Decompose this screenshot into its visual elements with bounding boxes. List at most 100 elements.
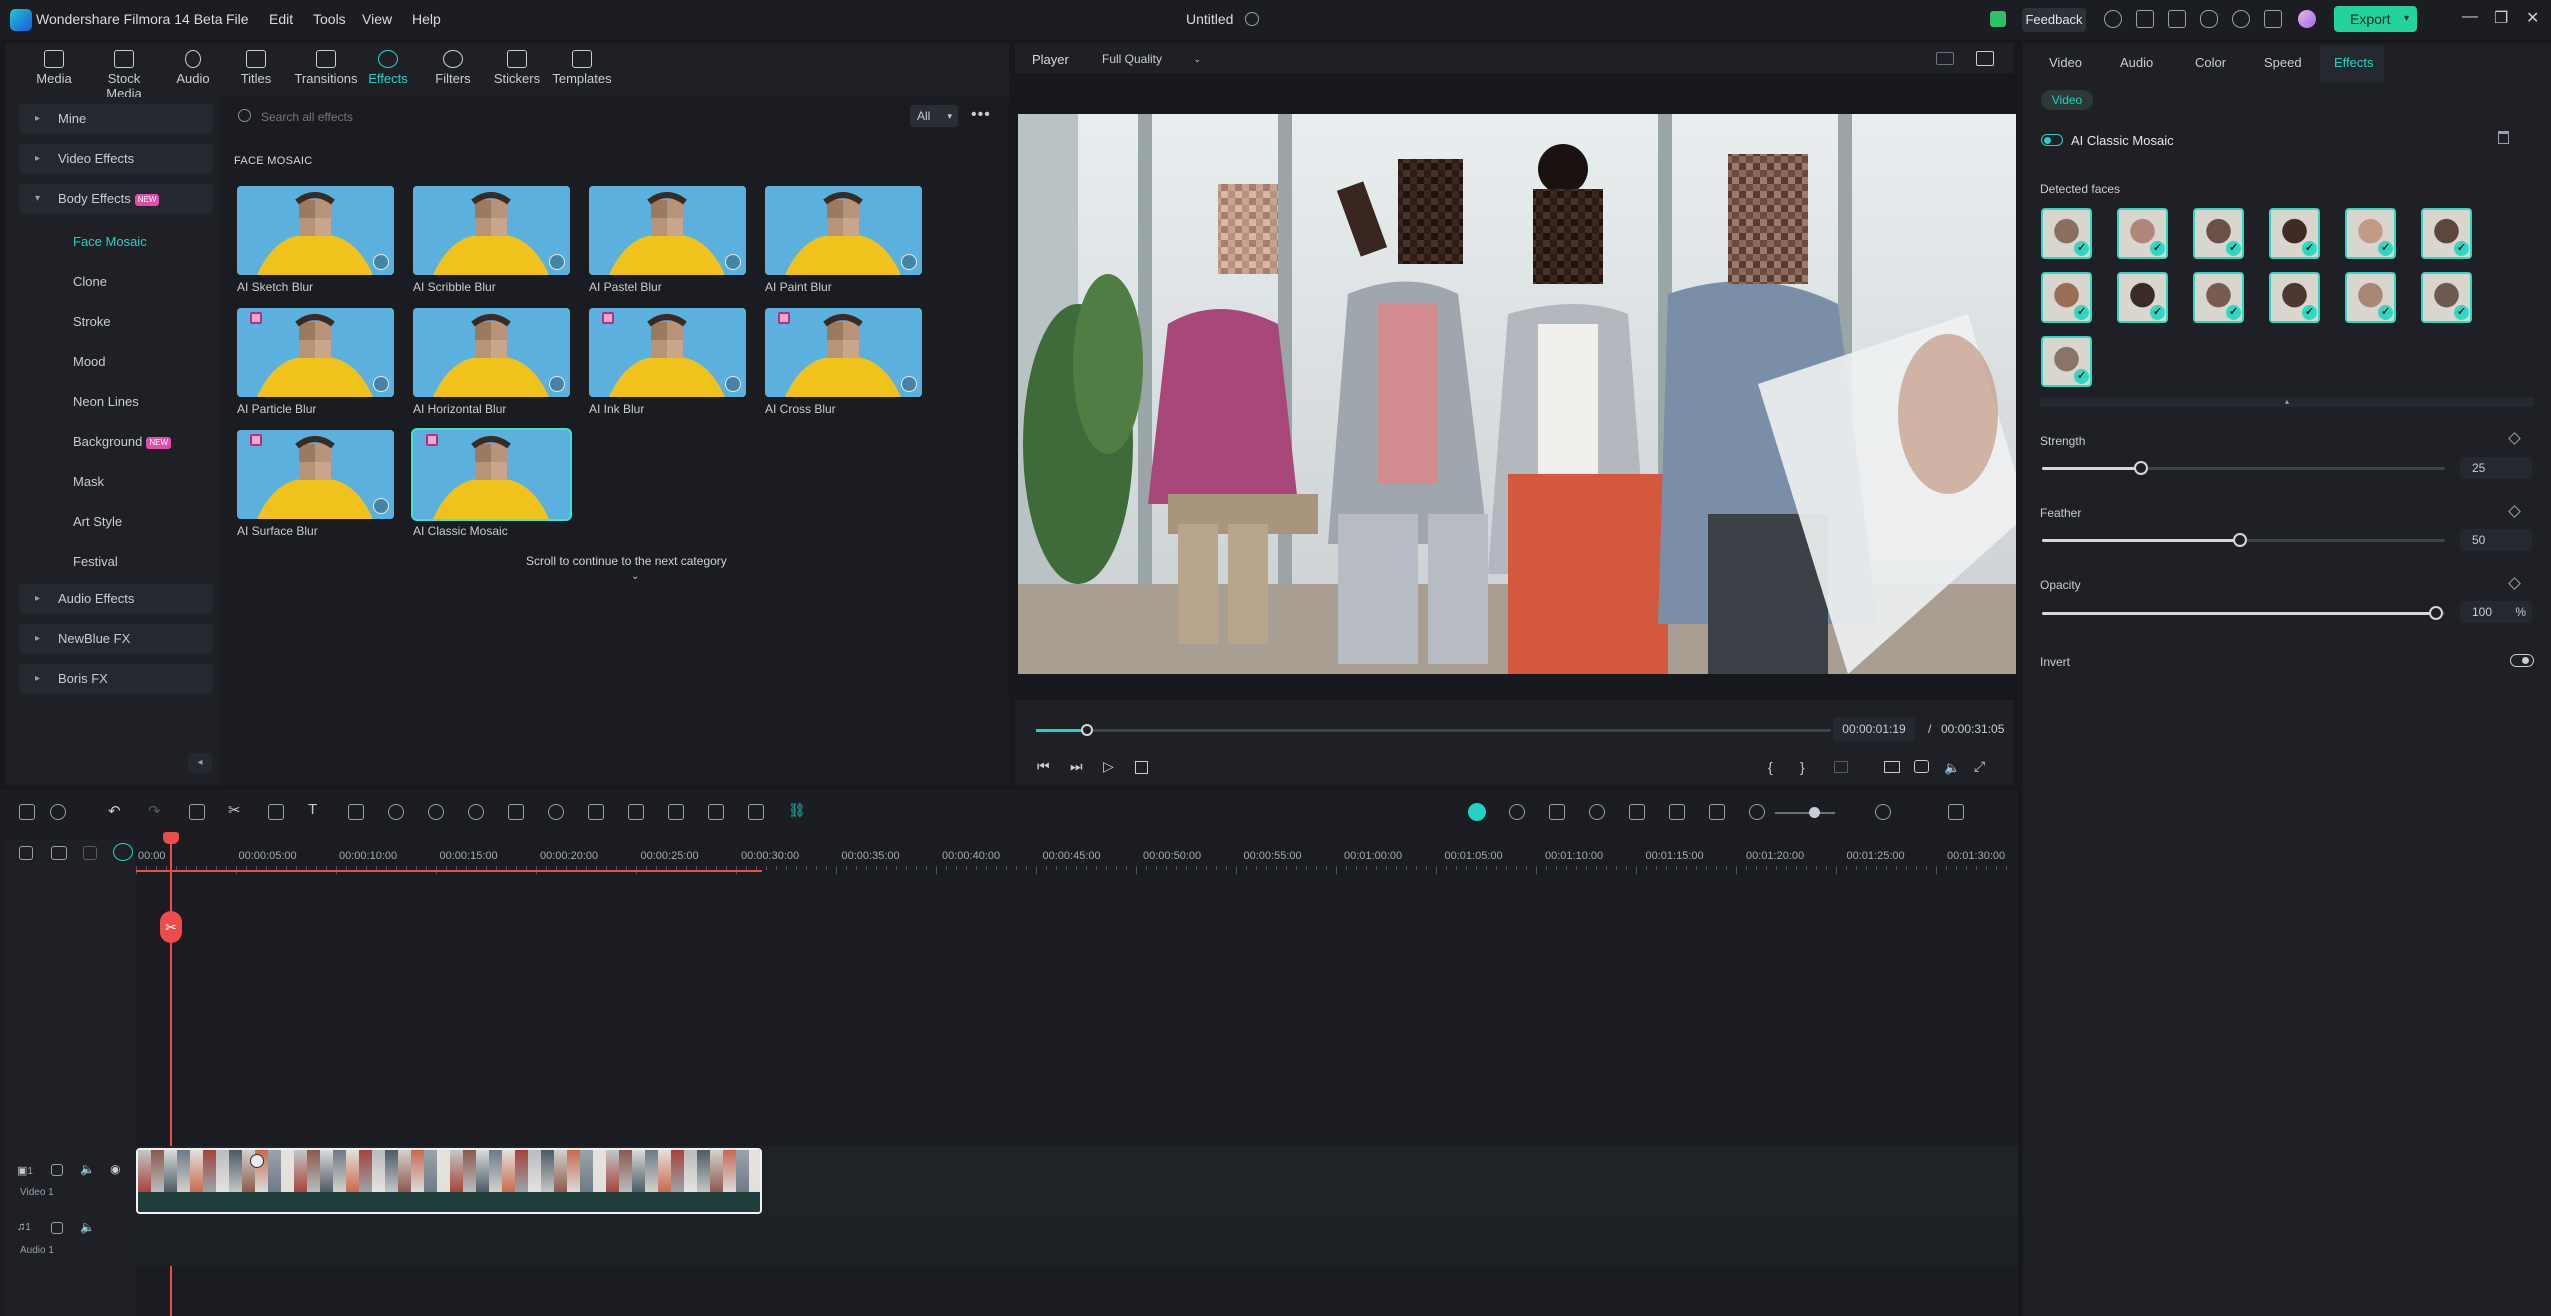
mute-icon[interactable]: 🔈 [80, 1162, 95, 1176]
zoom-slider[interactable] [1775, 807, 1835, 818]
detected-face[interactable]: ✓ [2345, 272, 2396, 323]
delete-clip-icon[interactable] [189, 804, 205, 820]
effect-card[interactable]: AI Ink Blur [589, 308, 746, 416]
search-input[interactable] [235, 105, 905, 129]
current-time[interactable]: 00:00:01:19 [1833, 717, 1915, 741]
menu-file[interactable]: File [226, 11, 249, 27]
link-track-icon[interactable] [51, 846, 67, 860]
fit-icon[interactable] [588, 804, 604, 820]
effect-thumbnail[interactable] [413, 430, 570, 519]
download-icon[interactable] [725, 376, 741, 392]
scissor-icon[interactable]: ✂ [160, 911, 182, 943]
opacity-knob[interactable] [2429, 606, 2443, 620]
download-icon[interactable] [373, 498, 389, 514]
effect-card[interactable]: AI Cross Blur [765, 308, 922, 416]
download-icon[interactable] [901, 254, 917, 270]
effect-thumbnail[interactable] [765, 308, 922, 397]
sidebar-item-face-mosaic[interactable]: Face Mosaic [73, 234, 147, 249]
effect-thumbnail[interactable] [237, 308, 394, 397]
invert-toggle[interactable] [2510, 654, 2534, 667]
playback-scrubber[interactable] [1036, 724, 1831, 736]
ai-tools-icon[interactable] [388, 804, 404, 820]
effect-card[interactable]: AI Classic Mosaic [413, 430, 570, 538]
undo-icon[interactable]: ↶ [108, 802, 121, 820]
previous-frame-icon[interactable]: ⏮ [1037, 758, 1050, 775]
minimize-icon[interactable]: — [2462, 8, 2478, 26]
redo-icon[interactable]: ↷ [148, 802, 161, 820]
add-track-icon[interactable] [19, 846, 33, 860]
detected-face[interactable]: ✓ [2421, 272, 2472, 323]
sidebar-item-boris[interactable]: ▸ Boris FX [19, 664, 213, 694]
save-icon[interactable] [2168, 10, 2186, 28]
strength-knob[interactable] [2134, 461, 2148, 475]
zoom-out-icon[interactable] [1749, 804, 1765, 820]
feather-knob[interactable] [2233, 533, 2247, 547]
grid-view-icon[interactable] [1936, 52, 1954, 65]
effect-card[interactable]: AI Pastel Blur [589, 186, 746, 294]
text-icon[interactable]: T [308, 801, 317, 818]
snap-icon[interactable] [1709, 804, 1725, 820]
snapshot-view-icon[interactable] [1976, 51, 1994, 66]
playback-knob[interactable] [1081, 724, 1093, 736]
layout-icon[interactable] [2136, 10, 2154, 28]
strength-value[interactable]: 25 [2460, 457, 2532, 479]
menu-view[interactable]: View [362, 11, 392, 27]
sidebar-item-art-style[interactable]: Art Style [73, 514, 122, 529]
sidebar-item-background[interactable]: Background NEW [73, 434, 172, 449]
detected-face[interactable]: ✓ [2193, 208, 2244, 259]
sidebar-item-festival[interactable]: Festival [73, 554, 118, 569]
effect-thumbnail[interactable] [413, 186, 570, 275]
keyframe-tool-icon[interactable] [628, 804, 644, 820]
lock-icon[interactable] [51, 1164, 63, 1176]
sidebar-item-newblue[interactable]: ▸ NewBlue FX [19, 624, 213, 654]
mask-icon[interactable] [348, 804, 364, 820]
select-tool-icon[interactable] [50, 804, 66, 820]
tab-video[interactable]: Video [2049, 55, 2082, 70]
detected-face[interactable]: ✓ [2193, 272, 2244, 323]
maximize-icon[interactable]: ❐ [2494, 8, 2508, 28]
feather-value[interactable]: 50 [2460, 529, 2532, 551]
play-icon[interactable]: ▷ [1103, 758, 1114, 775]
sidebar-item-clone[interactable]: Clone [73, 274, 107, 289]
sidebar-item-neon-lines[interactable]: Neon Lines [73, 394, 139, 409]
detected-face[interactable]: ✓ [2041, 272, 2092, 323]
menu-edit[interactable]: Edit [269, 11, 293, 27]
sidebar-item-mood[interactable]: Mood [73, 354, 106, 369]
video-clip[interactable] [136, 1148, 762, 1214]
detected-face[interactable]: ✓ [2269, 208, 2320, 259]
record-icon[interactable] [2104, 10, 2122, 28]
effect-card[interactable]: AI Paint Blur [765, 186, 922, 294]
tab-audio-props[interactable]: Audio [2120, 55, 2153, 70]
layout-switch-icon[interactable] [19, 804, 35, 820]
detected-face[interactable]: ✓ [2345, 208, 2396, 259]
tab-templates[interactable]: Templates [547, 50, 617, 86]
sidebar-item-audio-effects[interactable]: ▸ Audio Effects [19, 584, 213, 614]
download-icon[interactable] [373, 254, 389, 270]
voiceover-icon[interactable] [1629, 804, 1645, 820]
volume-icon[interactable]: 🔈 [1944, 760, 1960, 776]
menu-help[interactable]: Help [412, 11, 441, 27]
lock-icon[interactable] [51, 1222, 63, 1234]
marker-icon[interactable] [1549, 804, 1565, 820]
video-subtab[interactable]: Video [2041, 90, 2093, 110]
insert-icon[interactable] [1834, 761, 1848, 773]
download-icon[interactable] [901, 376, 917, 392]
tab-stickers[interactable]: Stickers [482, 50, 552, 86]
sidebar-item-body-effects[interactable]: ▾ Body Effects NEW [19, 184, 213, 214]
crop-icon[interactable] [268, 804, 284, 820]
effect-thumbnail[interactable] [413, 308, 570, 397]
snap-track-icon[interactable] [83, 846, 97, 860]
effect-thumbnail[interactable] [589, 308, 746, 397]
effect-card[interactable]: AI Surface Blur [237, 430, 394, 538]
sidebar-item-mask[interactable]: Mask [73, 474, 104, 489]
effect-enable-toggle[interactable] [2041, 134, 2063, 146]
pip-icon[interactable] [1669, 804, 1685, 820]
split-icon[interactable]: ✂ [228, 801, 241, 819]
effect-card[interactable]: AI Horizontal Blur [413, 308, 570, 416]
filter-select[interactable]: All ▾ [910, 105, 958, 127]
timer-icon[interactable] [548, 804, 564, 820]
effect-thumbnail[interactable] [589, 186, 746, 275]
menu-tools[interactable]: Tools [313, 11, 346, 27]
mark-in-icon[interactable]: { [1768, 759, 1773, 775]
collapse-sidebar-icon[interactable]: ◂ [188, 753, 212, 773]
